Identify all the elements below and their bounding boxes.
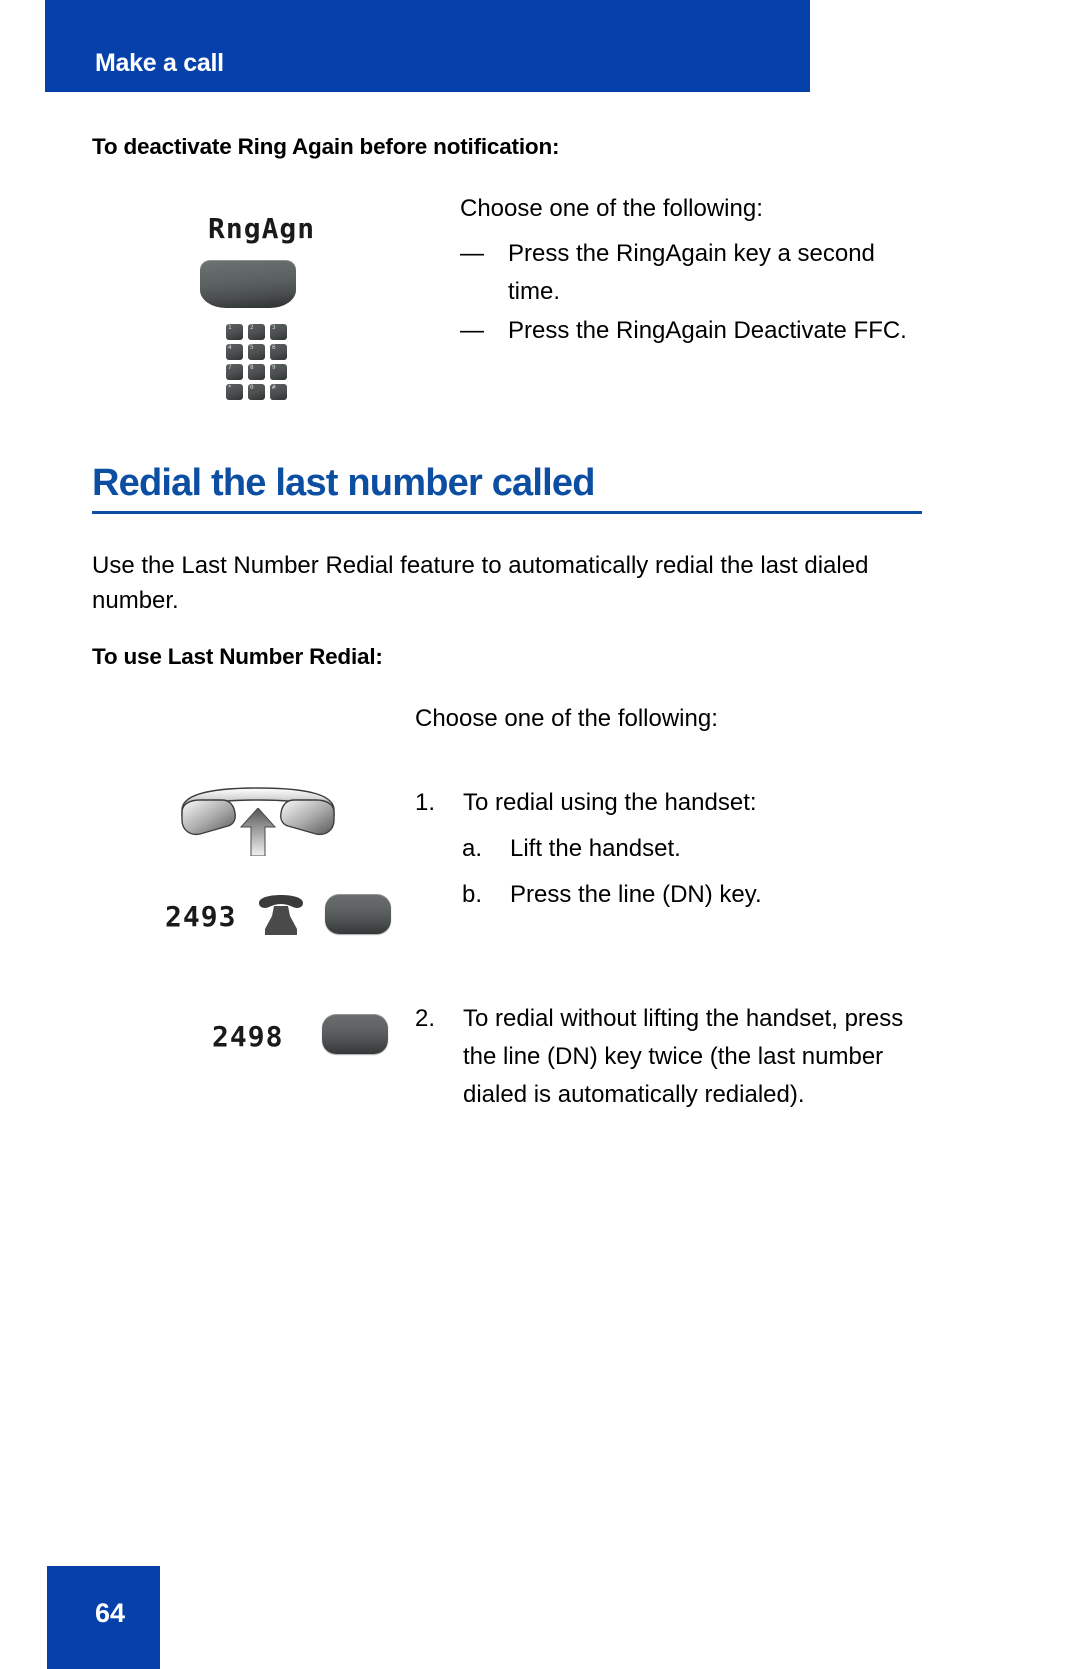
redial-intro-text: Choose one of the following: bbox=[415, 705, 718, 732]
bullet-2-pre: Press the bbox=[508, 317, 617, 344]
page-header-banner: Make a call bbox=[45, 0, 810, 92]
step-1a-label: a. bbox=[462, 835, 483, 862]
keypad-key-label: # bbox=[272, 384, 276, 391]
keypad-key-label: 1 bbox=[228, 324, 232, 331]
redial-section-heading: Redial the last number called bbox=[92, 462, 922, 514]
lcd-number-2493: 2493 bbox=[165, 900, 237, 933]
redial-nolift-row-artwork: 2498 bbox=[212, 1008, 432, 1064]
keypad-key-label: 8 bbox=[250, 364, 254, 371]
keypad-key-label: 6 bbox=[272, 344, 276, 351]
line-dn-key-icon[interactable] bbox=[322, 1014, 388, 1054]
keypad-key[interactable]: 7 bbox=[226, 364, 243, 380]
step-1b-label: b. bbox=[462, 881, 483, 908]
keypad-key[interactable]: 5 bbox=[248, 344, 265, 360]
ring-again-intro-text: Choose one of the following: bbox=[460, 195, 763, 222]
ring-again-bullet-2: — Press the RingAgain Deactivate FFC. bbox=[460, 312, 930, 350]
footer-page-block: 64 bbox=[47, 1566, 160, 1669]
keypad-key-label: 4 bbox=[228, 344, 232, 351]
keypad-key-label: 7 bbox=[228, 364, 232, 371]
redial-handset-row-artwork: 2493 bbox=[165, 888, 425, 944]
redial-step-1: 1. To redial using the handset: bbox=[415, 784, 935, 822]
keypad-key-label: * bbox=[228, 384, 232, 391]
redial-step-1a: a. Lift the handset. bbox=[462, 830, 932, 868]
ring-again-phone-artwork: RngAgn 1 2 3 4 5 6 7 8 9 * 0 # bbox=[200, 212, 380, 412]
keypad-key[interactable]: 1 bbox=[226, 324, 243, 340]
redial-paragraph: Use the Last Number Redial feature to au… bbox=[92, 552, 869, 614]
soft-key-button-icon[interactable] bbox=[200, 260, 296, 308]
keypad-key[interactable]: 8 bbox=[248, 364, 265, 380]
step-1b-text: Press the line (DN) key. bbox=[510, 881, 762, 908]
ring-again-bullet-2-body: Press the RingAgain Deactivate FFC. bbox=[508, 312, 930, 350]
line-dn-key-icon[interactable] bbox=[325, 894, 391, 934]
keypad-key[interactable]: 2 bbox=[248, 324, 265, 340]
ring-again-key-term: RingAgain bbox=[616, 240, 727, 267]
ring-again-sub-heading: To deactivate Ring Again before notifica… bbox=[92, 134, 560, 159]
em-dash-icon: — bbox=[460, 317, 484, 344]
redial-sub-heading: To use Last Number Redial: bbox=[92, 644, 383, 669]
arrow-up-icon bbox=[240, 808, 276, 856]
keypad-key-label: 5 bbox=[250, 344, 254, 351]
keypad-key[interactable]: 3 bbox=[270, 324, 287, 340]
redial-step-1b: b. Press the line (DN) key. bbox=[462, 876, 932, 914]
keypad-key[interactable]: 4 bbox=[226, 344, 243, 360]
step-1-text: To redial using the handset: bbox=[463, 789, 757, 816]
step-2-number: 2. bbox=[415, 1005, 436, 1032]
lcd-number-2498: 2498 bbox=[212, 1020, 284, 1053]
redial-step-2: 2. To redial without lifting the handset… bbox=[415, 1000, 935, 1114]
page-number: 64 bbox=[95, 1598, 126, 1628]
step-2-text: To redial without lifting the handset, p… bbox=[463, 1005, 904, 1108]
keypad-key[interactable]: 0 bbox=[248, 384, 265, 400]
keypad-key-label: 0 bbox=[250, 384, 254, 391]
softkey-lcd-label: RngAgn bbox=[208, 212, 316, 245]
keypad-key[interactable]: * bbox=[226, 384, 243, 400]
step-1-number: 1. bbox=[415, 789, 436, 816]
heading-divider bbox=[92, 511, 922, 514]
ring-again-bullet-1-body: Press the RingAgain key a second time. bbox=[508, 235, 930, 311]
keypad-key-label: 2 bbox=[250, 324, 254, 331]
keypad-key[interactable]: 9 bbox=[270, 364, 287, 380]
telephone-icon bbox=[259, 895, 303, 935]
ring-again-deactivate-term: RingAgain Deactivate bbox=[616, 317, 847, 344]
redial-heading-text: Redial the last number called bbox=[92, 462, 595, 504]
keypad-key[interactable]: # bbox=[270, 384, 287, 400]
keypad-key-label: 3 bbox=[272, 324, 276, 331]
ring-again-bullet-1: — Press the RingAgain key a second time. bbox=[460, 235, 930, 311]
keypad-key-label: 9 bbox=[272, 364, 276, 371]
keypad-key[interactable]: 6 bbox=[270, 344, 287, 360]
keypad-icon[interactable]: 1 2 3 4 5 6 7 8 9 * 0 # bbox=[226, 324, 287, 400]
header-title: Make a call bbox=[95, 49, 224, 77]
em-dash-icon: — bbox=[460, 240, 484, 267]
bullet-2-post: FFC. bbox=[846, 317, 907, 344]
bullet-1-pre: Press the bbox=[508, 240, 617, 267]
lift-handset-artwork bbox=[178, 786, 338, 856]
step-1a-text: Lift the handset. bbox=[510, 835, 681, 862]
